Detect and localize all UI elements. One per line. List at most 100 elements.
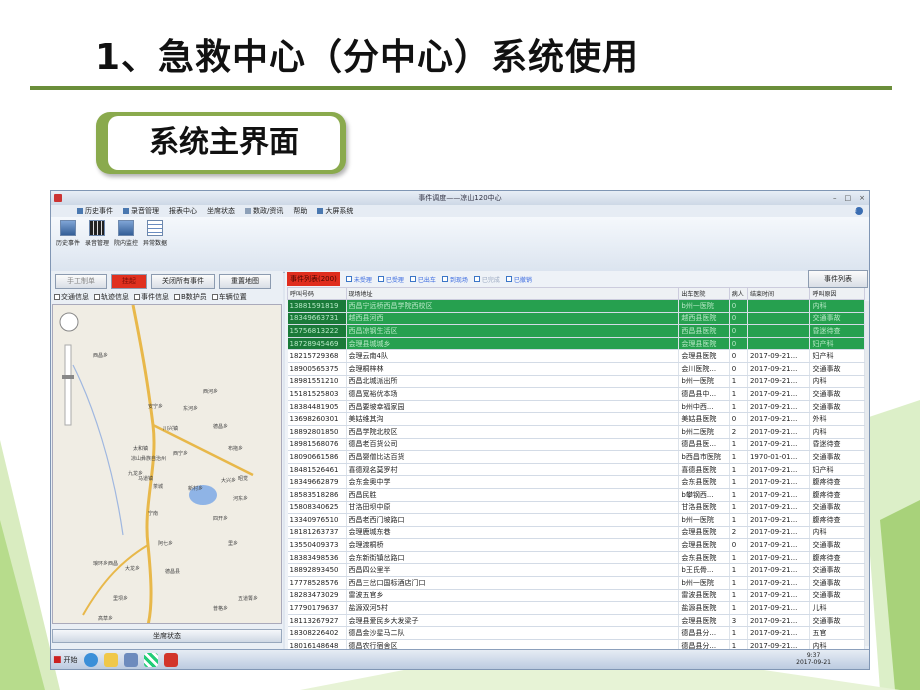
table-cell: b西昌市医院 — [678, 450, 730, 464]
table-row[interactable]: 18349662879 会东金奥中学 会东县医院 1 2017-09-21... 腹疼待查 — [287, 475, 865, 489]
table-row[interactable]: 18981568076 德昌老百货公司 德昌县医... 1 2017-09-21... 昏… — [287, 438, 865, 452]
table-row[interactable]: 18583518286 西昌民胜 b攀钢西... 1 2017-09-21... 腹疼待查 — [287, 488, 865, 502]
filter-on-scene[interactable]: 到现场 — [441, 275, 468, 284]
maximize-icon[interactable]: □ — [845, 191, 852, 205]
table-row[interactable]: 18090661586 西昌婴僧比达百货 b西昌市医院 1 1970-01-01... 交… — [287, 450, 865, 464]
checkbox[interactable] — [54, 293, 60, 300]
table-cell: b王氏骨... — [678, 563, 730, 578]
table-row[interactable]: 13550409373 会理渡桐桥 会理县医院 0 2017-09-21... 交通事故 — [287, 538, 865, 552]
table-row[interactable]: 17778528576 西昌三岔口国标酒店门口 b州一医院 1 2017-09-21..… — [287, 576, 865, 590]
table-row[interactable]: 18181263737 会理鹿城东巷 会理县医院 2 2017-09-21... 内科 — [287, 526, 865, 540]
check-vehicles[interactable]: 车辆位置 — [211, 292, 247, 302]
table-cell: 2017-09-21... — [747, 601, 811, 615]
menu-info[interactable]: 数政/资讯 — [245, 206, 283, 216]
table-row[interactable]: 17790179637 盐源双河5村 盐源县医院 1 2017-09-21... 儿科 — [287, 601, 865, 615]
minimize-icon[interactable]: – — [833, 191, 837, 205]
checkbox[interactable] — [441, 276, 448, 282]
menu-recording[interactable]: 录音管理 — [123, 206, 159, 216]
filter-dispatched[interactable]: 已出车 — [409, 275, 436, 284]
table-cell: 西昌四公里半 — [346, 563, 680, 578]
table-row[interactable]: 18383498536 会东新街镇岔路口 会东县医院 1 2017-09-21... 腹疼… — [287, 551, 865, 565]
checkbox[interactable] — [134, 293, 140, 300]
event-list-button[interactable]: 事件列表 — [808, 270, 868, 288]
column-header[interactable]: 现场地址 — [345, 287, 680, 300]
start-button[interactable]: ■ 开始 — [53, 655, 78, 665]
app-icon[interactable] — [143, 652, 158, 667]
table-row[interactable]: 15808340625 甘洛田坝中原 甘洛县医院 1 2017-09-21... 交通事故 — [287, 501, 865, 515]
table-cell: 交通事故 — [809, 450, 865, 464]
manual-order-button[interactable]: 手工制单 — [55, 274, 107, 289]
table-cell: 会理县医院 — [678, 526, 730, 540]
map-place-label: 琅环乡 — [93, 561, 109, 567]
checkbox[interactable] — [174, 293, 180, 300]
reset-map-button[interactable]: 重置地图 — [219, 274, 271, 289]
ribbon-abnormal-button[interactable]: 异常数据 — [142, 220, 168, 269]
table-row[interactable]: 18981551210 西昌北城派出所 b州一医院 1 2017-09-21... 内科 — [287, 375, 865, 389]
table-row[interactable]: 18113267927 会理县爱民乡大发梁子 会理县医院 3 2017-09-21...… — [287, 614, 865, 628]
filter-accepted[interactable]: 已受理 — [377, 275, 404, 284]
table-row[interactable]: 18728945469 会理县城城乡 会理县医院 0 妇产科 — [287, 337, 865, 351]
filter-unaccepted[interactable]: 未受理 — [345, 275, 372, 284]
media-icon[interactable] — [123, 652, 138, 667]
check-traffic[interactable]: 交通信息 — [54, 292, 89, 302]
checkbox[interactable] — [377, 276, 384, 282]
ribbon-history-button[interactable]: 历史事件 — [55, 220, 81, 269]
table-row[interactable]: 18215729368 会理云南4队 会理县医院 0 2017-09-21... 妇产科 — [287, 349, 865, 363]
menu-history[interactable]: 历史事件 — [77, 206, 113, 216]
ribbon-recording-button[interactable]: 录音管理 — [84, 220, 110, 269]
folder-icon[interactable] — [103, 652, 118, 667]
filter-cancelled[interactable]: 已撤销 — [505, 275, 532, 284]
table-row[interactable]: 18892893450 西昌四公里半 b王氏骨... 1 2017-09-21... 交通… — [287, 563, 865, 578]
table-row[interactable]: 15756813222 西昌凉钢生活区 西昌县医院 0 昏迷待查 — [287, 324, 865, 338]
map-view[interactable]: 西昌乡 凉山彝族自治州 西河乡 大兴乡 茶城 宁南 西宁乡 四开乡 德昌乡 昭觉 布拖乡 河东乡 德昌县… — [52, 304, 282, 624]
ribbon-monitor-button[interactable]: 院内监控 — [113, 220, 139, 269]
table-row[interactable]: 18384481905 西昌要坡幸福家园 b州中西... 1 2017-09-21...… — [287, 400, 865, 414]
table-cell: 2017-09-21... — [747, 513, 811, 527]
table-row[interactable]: 13340976510 西昌老西门坡路口 b州一医院 1 2017-09-21... 腹疼… — [287, 513, 865, 527]
menu-seat-status[interactable]: 坐席状态 — [207, 206, 235, 216]
checkbox[interactable] — [94, 293, 100, 300]
close-all-events-button[interactable]: 关闭所有事件 — [151, 274, 215, 289]
help-icon[interactable]: i — [855, 207, 863, 215]
close-icon[interactable]: × — [859, 191, 865, 205]
table-cell: 德昌县医... — [678, 438, 730, 452]
table-cell: 0 — [729, 349, 748, 363]
dispatch-app-icon[interactable] — [163, 652, 178, 667]
column-header[interactable]: 呼叫号码 — [287, 287, 347, 300]
table-row[interactable]: 15181525803 德昌宽裕优本场 德昌县中... 1 2017-09-21... 交… — [287, 387, 865, 401]
menu-help[interactable]: 帮助 — [293, 206, 307, 216]
table-row[interactable]: 18308226402 德昌金沙星马二队 德昌县分... 1 2017-09-21...… — [287, 626, 865, 641]
checkbox[interactable] — [211, 293, 218, 300]
map-place-label: 大兴乡 — [221, 478, 237, 484]
table-row[interactable]: 18892801850 西昌学院北校区 b州二医院 2 2017-09-21... 内科 — [287, 425, 865, 439]
table-row[interactable]: 13881591819 西昌宁远桥西昌学院西校区 b州一医院 0 内科 — [287, 299, 865, 313]
column-header[interactable]: 呼叫原因 — [809, 287, 865, 300]
table-row[interactable]: 13698260301 美姑维其沟 美姑县医院 0 2017-09-21... 外科 — [287, 412, 865, 426]
column-header[interactable]: 结束时间 — [746, 287, 811, 300]
menu-reports[interactable]: 报表中心 — [169, 206, 197, 216]
checkbox[interactable] — [473, 276, 480, 282]
table-cell: 1 — [729, 463, 748, 477]
table-cell: 甘洛县医院 — [678, 501, 730, 515]
check-events[interactable]: 事件信息 — [134, 292, 169, 302]
table-row[interactable]: 18481526461 喜德观名莫罗村 喜德县医院 1 2017-09-21... 妇产科 — [287, 463, 865, 477]
check-track[interactable]: 轨迹信息 — [94, 292, 129, 302]
seat-status-button[interactable]: 坐席状态 — [52, 629, 282, 643]
table-row[interactable]: 18349663731 越西县河西 越西县医院 0 交通事故 — [287, 312, 865, 326]
column-header[interactable]: 出车医院 — [678, 287, 730, 300]
table-scrollbar[interactable] — [865, 301, 869, 646]
table-cell: 1 — [729, 501, 748, 515]
table-cell: 妇产科 — [809, 463, 865, 477]
check-nurse[interactable]: B数护员 — [174, 292, 207, 302]
checkbox[interactable] — [345, 276, 352, 282]
column-header[interactable]: 病人 — [728, 287, 748, 300]
hang-up-button[interactable]: 挂起 — [111, 274, 147, 289]
menu-big-screen[interactable]: 大屏系统 — [317, 206, 353, 216]
checkbox[interactable] — [505, 276, 512, 282]
filter-completed[interactable]: 已完成 — [473, 275, 500, 284]
ie-icon[interactable] — [83, 652, 98, 667]
checkbox[interactable] — [409, 276, 416, 282]
table-row[interactable]: 18283473029 雷波五官乡 雷波县医院 1 2017-09-21... 交通事故 — [287, 589, 865, 603]
taskbar: ■ 开始 9:37 2017-09-21 — [51, 649, 869, 669]
table-row[interactable]: 18900565375 会理桐梓林 会川医院... 0 2017-09-21... 交通事… — [287, 362, 865, 376]
